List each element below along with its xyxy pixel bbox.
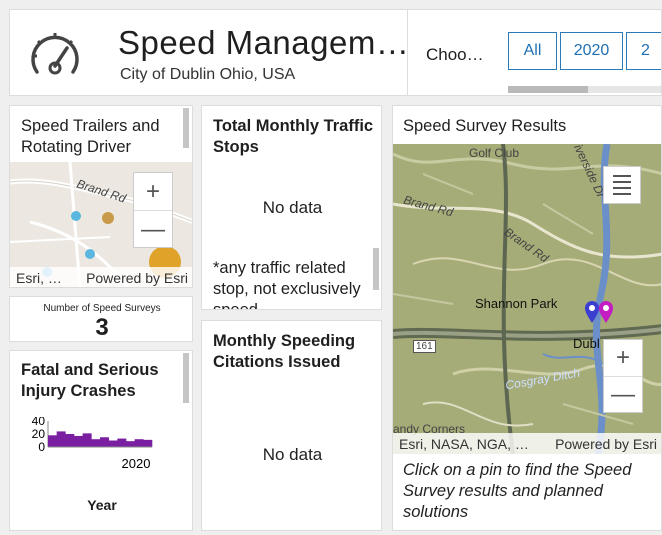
header-panel: Speed Managem… City of Dublin Ohio, USA … — [9, 9, 662, 96]
citations-title: Monthly Speeding Citations Issued — [213, 332, 356, 371]
list-icon — [613, 175, 631, 177]
map-pin-magenta[interactable] — [599, 301, 613, 323]
speedometer-icon — [31, 33, 79, 75]
map-label-dublin: Dubl — [573, 336, 600, 351]
zoom-out-button[interactable]: — — [604, 376, 642, 413]
traffic-stops-title: Total Monthly Traffic Stops — [213, 117, 374, 156]
crash-bar[interactable] — [82, 433, 92, 447]
crash-bar[interactable] — [134, 439, 144, 447]
speed-trailers-map[interactable]: Brand Rd + — Esri, … Powered by Esri — [10, 162, 192, 287]
survey-instructions: Click on a pin to find the Speed Survey … — [403, 461, 632, 521]
filter-button-all[interactable]: All — [508, 32, 557, 70]
crashes-scrollbar[interactable] — [183, 353, 189, 403]
crash-bar[interactable] — [126, 441, 135, 447]
speed-trailers-title: Speed Trailers and Rotating Driver — [21, 117, 160, 156]
y-tick-label: 0 — [38, 440, 45, 454]
survey-results-title: Speed Survey Results — [403, 117, 567, 135]
y-tick-label: 20 — [32, 427, 46, 441]
choose-label: Choo… — [426, 45, 484, 64]
filter-button-2020[interactable]: 2020 — [560, 32, 623, 70]
attribution-esri[interactable]: Esri, … — [16, 270, 62, 286]
crash-bar[interactable] — [74, 435, 83, 447]
attribution-esri[interactable]: Esri, NASA, NGA, … — [399, 436, 529, 452]
crashes-x-axis-label: Year — [87, 497, 117, 513]
map-label-shannon-park: Shannon Park — [475, 296, 558, 311]
crash-bar[interactable] — [108, 440, 118, 448]
survey-count-panel: Number of Speed Surveys 3 — [9, 296, 193, 342]
survey-results-panel: Speed Survey Results Golf Club iverside … — [392, 105, 662, 531]
crash-bar[interactable] — [143, 439, 153, 447]
legend-list-button[interactable] — [603, 166, 641, 204]
citations-no-data: No data — [262, 445, 323, 464]
filter-scrollbar[interactable] — [508, 86, 661, 93]
crashes-title: Fatal and Serious Injury Crashes — [21, 361, 159, 400]
zoom-in-button[interactable]: + — [134, 173, 172, 210]
survey-results-map[interactable]: Golf Club iverside Dr Brand Rd Brand Rd … — [393, 144, 661, 454]
crashes-panel: Fatal and Serious Injury Crashes 40 20 0 20… — [9, 350, 193, 531]
crashes-chart: 402002020 — [32, 417, 153, 471]
zoom-out-button[interactable]: — — [134, 210, 172, 248]
page-title: Speed Managem… — [118, 24, 410, 61]
page-subtitle: City of Dublin Ohio, USA — [120, 66, 296, 83]
survey-count-label: Number of Speed Surveys — [43, 303, 161, 314]
trailers-attribution: Esri, … Powered by Esri — [10, 267, 192, 287]
attribution-powered[interactable]: Powered by Esri — [555, 436, 657, 452]
crash-bar[interactable] — [56, 431, 66, 447]
survey-count-value: 3 — [95, 314, 109, 341]
traffic-stops-footnote: *any traffic related stop, not exclusive… — [213, 259, 361, 310]
crash-bar[interactable] — [65, 434, 75, 447]
traffic-stops-panel: Total Monthly Traffic Stops No data *any… — [201, 105, 382, 310]
route-161-shield: 161 — [413, 340, 436, 353]
citations-panel: Monthly Speeding Citations Issued No dat… — [201, 320, 382, 531]
survey-pins[interactable] — [583, 299, 619, 325]
filter-scrollbar-thumb[interactable] — [508, 86, 588, 93]
traffic-stops-scrollbar[interactable] — [373, 248, 379, 290]
speed-trailers-scrollbar[interactable] — [183, 108, 189, 148]
trailers-zoom-control: + — — [133, 172, 173, 248]
filter-button-next[interactable]: 2 — [626, 32, 661, 70]
crash-bar[interactable] — [91, 439, 101, 447]
attribution-powered[interactable]: Powered by Esri — [86, 270, 188, 286]
speed-trailers-panel: Speed Trailers and Rotating Driver Brand… — [9, 105, 193, 288]
crash-bar[interactable] — [100, 437, 109, 447]
x-tick-label: 2020 — [122, 456, 151, 471]
survey-zoom-control: + — — [603, 339, 643, 413]
header-divider — [407, 10, 408, 95]
survey-attribution: Esri, NASA, NGA, … Powered by Esri — [393, 433, 661, 454]
traffic-stops-no-data: No data — [262, 198, 323, 217]
map-label-golf-club: Golf Club — [469, 146, 520, 160]
zoom-in-button[interactable]: + — [604, 340, 642, 376]
map-pin-blue[interactable] — [585, 301, 599, 323]
crash-bar[interactable] — [48, 435, 57, 447]
crash-bar[interactable] — [117, 438, 127, 447]
